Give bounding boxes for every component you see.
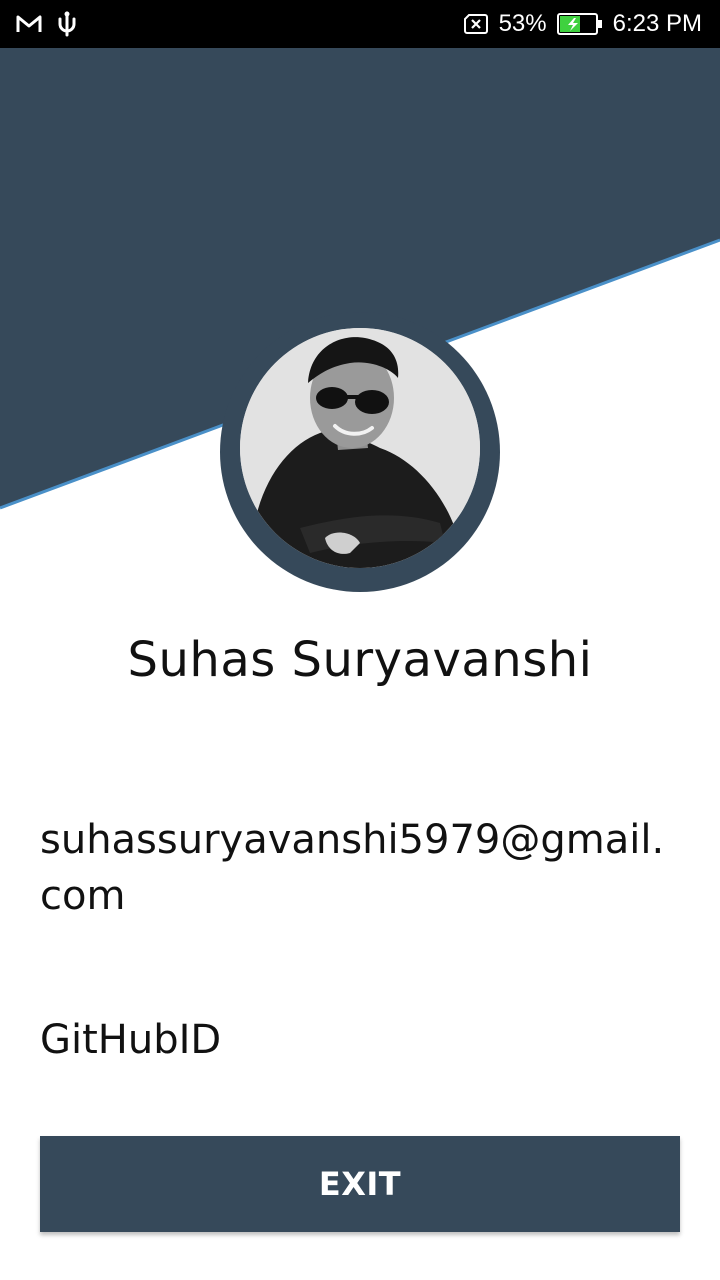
gmail-icon [16, 14, 42, 34]
profile-name: Suhas Suryavanshi [127, 632, 593, 688]
usb-icon [56, 11, 78, 37]
battery-charging-icon [556, 13, 603, 35]
battery-percent: 53% [498, 10, 547, 37]
clock: 6:23 PM [612, 10, 702, 37]
status-bar: 53% 6:23 PM [0, 0, 720, 48]
profile-screen: 53% 6:23 PM Suhas Suryavanshi suhassurya… [0, 0, 720, 1280]
avatar [240, 328, 480, 568]
exit-button[interactable]: EXIT [40, 1136, 680, 1232]
profile-photo-icon [240, 328, 480, 568]
profile-github-id: GitHubID [40, 1017, 222, 1063]
profile-email: suhassuryavanshi5979@gmail.com [40, 817, 665, 919]
no-sim-icon [463, 13, 489, 35]
